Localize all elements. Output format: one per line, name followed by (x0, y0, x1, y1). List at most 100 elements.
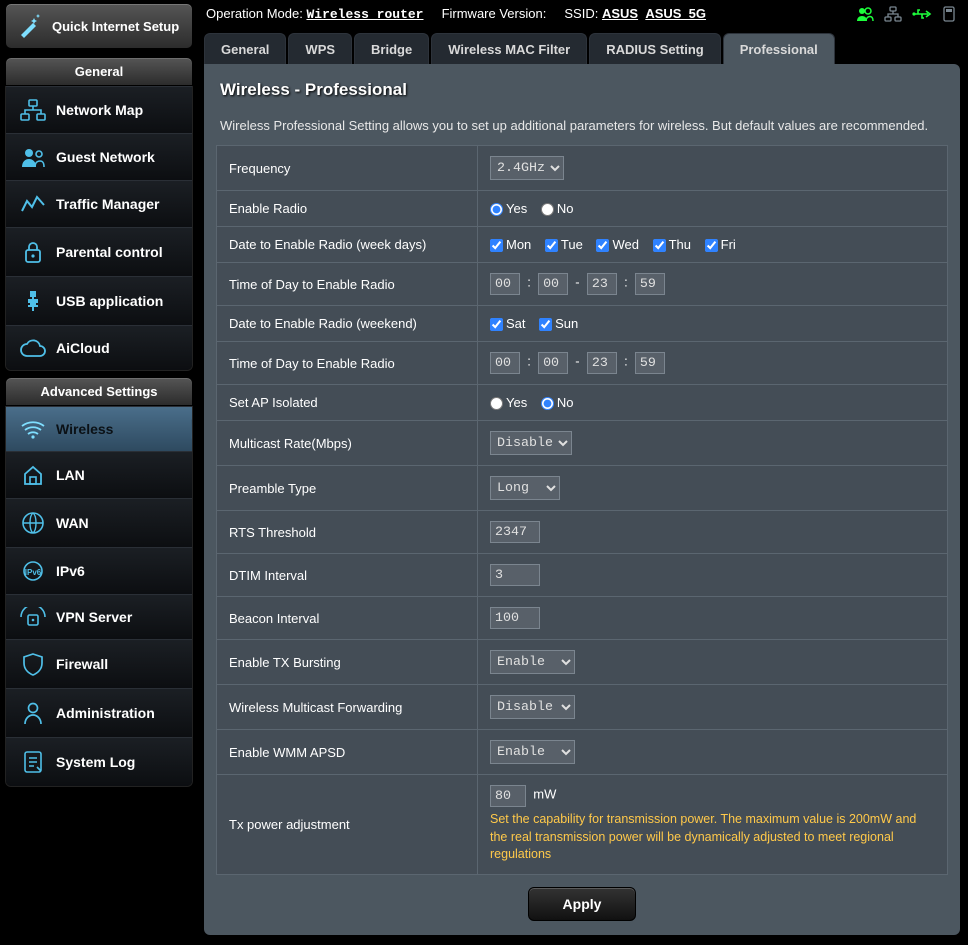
chk-tue[interactable] (545, 239, 558, 252)
rts-label: RTS Threshold (217, 511, 477, 553)
preamble-select[interactable]: Long (490, 476, 560, 500)
content-panel: Wireless - Professional Wireless Profess… (204, 64, 960, 935)
txpower-input[interactable] (490, 785, 526, 807)
section-general: General (5, 57, 193, 86)
svg-text:IPv6: IPv6 (25, 568, 42, 577)
dtim-label: DTIM Interval (217, 554, 477, 596)
txburst-label: Enable TX Bursting (217, 640, 477, 684)
wmm-select[interactable]: Enable (490, 740, 575, 764)
dtim-input[interactable] (490, 564, 540, 586)
sidebar-item-label: IPv6 (56, 563, 85, 579)
time2-label: Time of Day to Enable Radio (217, 342, 477, 384)
op-mode-value[interactable]: Wireless router (306, 7, 423, 22)
t2-m1[interactable] (538, 352, 568, 374)
tab-general[interactable]: General (204, 33, 286, 64)
ssid-label: SSID: (564, 6, 598, 21)
sidebar-item-wireless[interactable]: Wireless (6, 406, 192, 451)
sidebar-item-guest-network[interactable]: Guest Network (6, 133, 192, 180)
chk-thu[interactable] (653, 239, 666, 252)
sidebar-item-label: AiCloud (56, 340, 110, 356)
beacon-label: Beacon Interval (217, 597, 477, 639)
t1-h1[interactable] (490, 273, 520, 295)
aicloud-icon (18, 338, 48, 358)
network-icon[interactable] (884, 6, 902, 25)
sidebar-item-parental-control[interactable]: Parental control (6, 227, 192, 276)
frequency-label: Frequency (217, 146, 477, 190)
wmf-label: Wireless Multicast Forwarding (217, 685, 477, 729)
t2-h1[interactable] (490, 352, 520, 374)
chk-sat[interactable] (490, 318, 503, 331)
sidebar-item-traffic-manager[interactable]: Traffic Manager (6, 180, 192, 227)
frequency-select[interactable]: 2.4GHz (490, 156, 564, 180)
status-icons (856, 6, 956, 25)
mcast-select[interactable]: Disable (490, 431, 572, 455)
users-icon[interactable] (856, 6, 874, 25)
administration-icon (18, 701, 48, 725)
wireless-icon (18, 419, 48, 439)
quick-internet-setup[interactable]: Quick Internet Setup (5, 3, 193, 49)
sidebar-item-ipv6[interactable]: IPv6 IPv6 (6, 547, 192, 594)
chk-wed[interactable] (596, 239, 609, 252)
txburst-select[interactable]: Enable (490, 650, 575, 674)
sidebar-item-aicloud[interactable]: AiCloud (6, 325, 192, 370)
network-map-icon (18, 99, 48, 121)
t2-h2[interactable] (587, 352, 617, 374)
sidebar-item-wan[interactable]: WAN (6, 498, 192, 547)
chk-mon[interactable] (490, 239, 503, 252)
t1-m1[interactable] (538, 273, 568, 295)
enable-radio-yes[interactable] (490, 203, 503, 216)
sidebar-item-firewall[interactable]: Firewall (6, 639, 192, 688)
mcast-label: Multicast Rate(Mbps) (217, 421, 477, 465)
guest-network-icon (18, 146, 48, 168)
sidebar-item-system-log[interactable]: System Log (6, 737, 192, 786)
tab-wps[interactable]: WPS (288, 33, 352, 64)
sidebar-item-vpn-server[interactable]: VPN Server (6, 594, 192, 639)
lan-icon (18, 464, 48, 486)
tab-mac-filter[interactable]: Wireless MAC Filter (431, 33, 587, 64)
t1-h2[interactable] (587, 273, 617, 295)
ap-isolated-label: Set AP Isolated (217, 385, 477, 420)
sidebar-item-label: Wireless (56, 421, 113, 437)
sidebar-item-usb-application[interactable]: USB application (6, 276, 192, 325)
chk-sun[interactable] (539, 318, 552, 331)
t1-m2[interactable] (635, 273, 665, 295)
section-advanced: Advanced Settings (5, 377, 193, 406)
ap-iso-yes[interactable] (490, 397, 503, 410)
sidebar-item-administration[interactable]: Administration (6, 688, 192, 737)
sidebar-item-label: WAN (56, 515, 89, 531)
sidebar-item-lan[interactable]: LAN (6, 451, 192, 498)
sidebar-item-label: Firewall (56, 656, 108, 672)
wan-icon (18, 511, 48, 535)
t2-m2[interactable] (635, 352, 665, 374)
sidebar-item-label: System Log (56, 754, 135, 770)
weekday-label: Date to Enable Radio (week days) (217, 227, 477, 262)
txpower-unit: mW (533, 787, 556, 802)
rts-input[interactable] (490, 521, 540, 543)
firewall-icon (18, 652, 48, 676)
sidebar-item-label: VPN Server (56, 609, 132, 625)
sidebar-item-label: Parental control (56, 244, 163, 260)
chk-fri[interactable] (705, 239, 718, 252)
traffic-manager-icon (18, 193, 48, 215)
wmf-select[interactable]: Disable (490, 695, 575, 719)
system-log-icon (18, 750, 48, 774)
tab-professional[interactable]: Professional (723, 33, 835, 64)
ssid-2[interactable]: ASUS_5G (645, 6, 706, 21)
op-mode-label: Operation Mode: (206, 6, 303, 21)
sidebar-item-network-map[interactable]: Network Map (6, 86, 192, 133)
tab-radius[interactable]: RADIUS Setting (589, 33, 721, 64)
topbar: Operation Mode: Wireless router Firmware… (198, 0, 960, 33)
beacon-input[interactable] (490, 607, 540, 629)
txpower-note: Set the capability for transmission powe… (490, 811, 935, 864)
device-icon[interactable] (942, 6, 956, 25)
tab-bridge[interactable]: Bridge (354, 33, 429, 64)
txpower-label: Tx power adjustment (217, 775, 477, 874)
sidebar-item-label: Administration (56, 705, 155, 721)
weekend-label: Date to Enable Radio (weekend) (217, 306, 477, 341)
ap-iso-no[interactable] (541, 397, 554, 410)
ssid-1[interactable]: ASUS (602, 6, 638, 21)
enable-radio-no[interactable] (541, 203, 554, 216)
apply-button[interactable]: Apply (528, 887, 637, 921)
fw-label: Firmware Version: (442, 6, 547, 21)
usb-icon[interactable] (912, 6, 932, 25)
